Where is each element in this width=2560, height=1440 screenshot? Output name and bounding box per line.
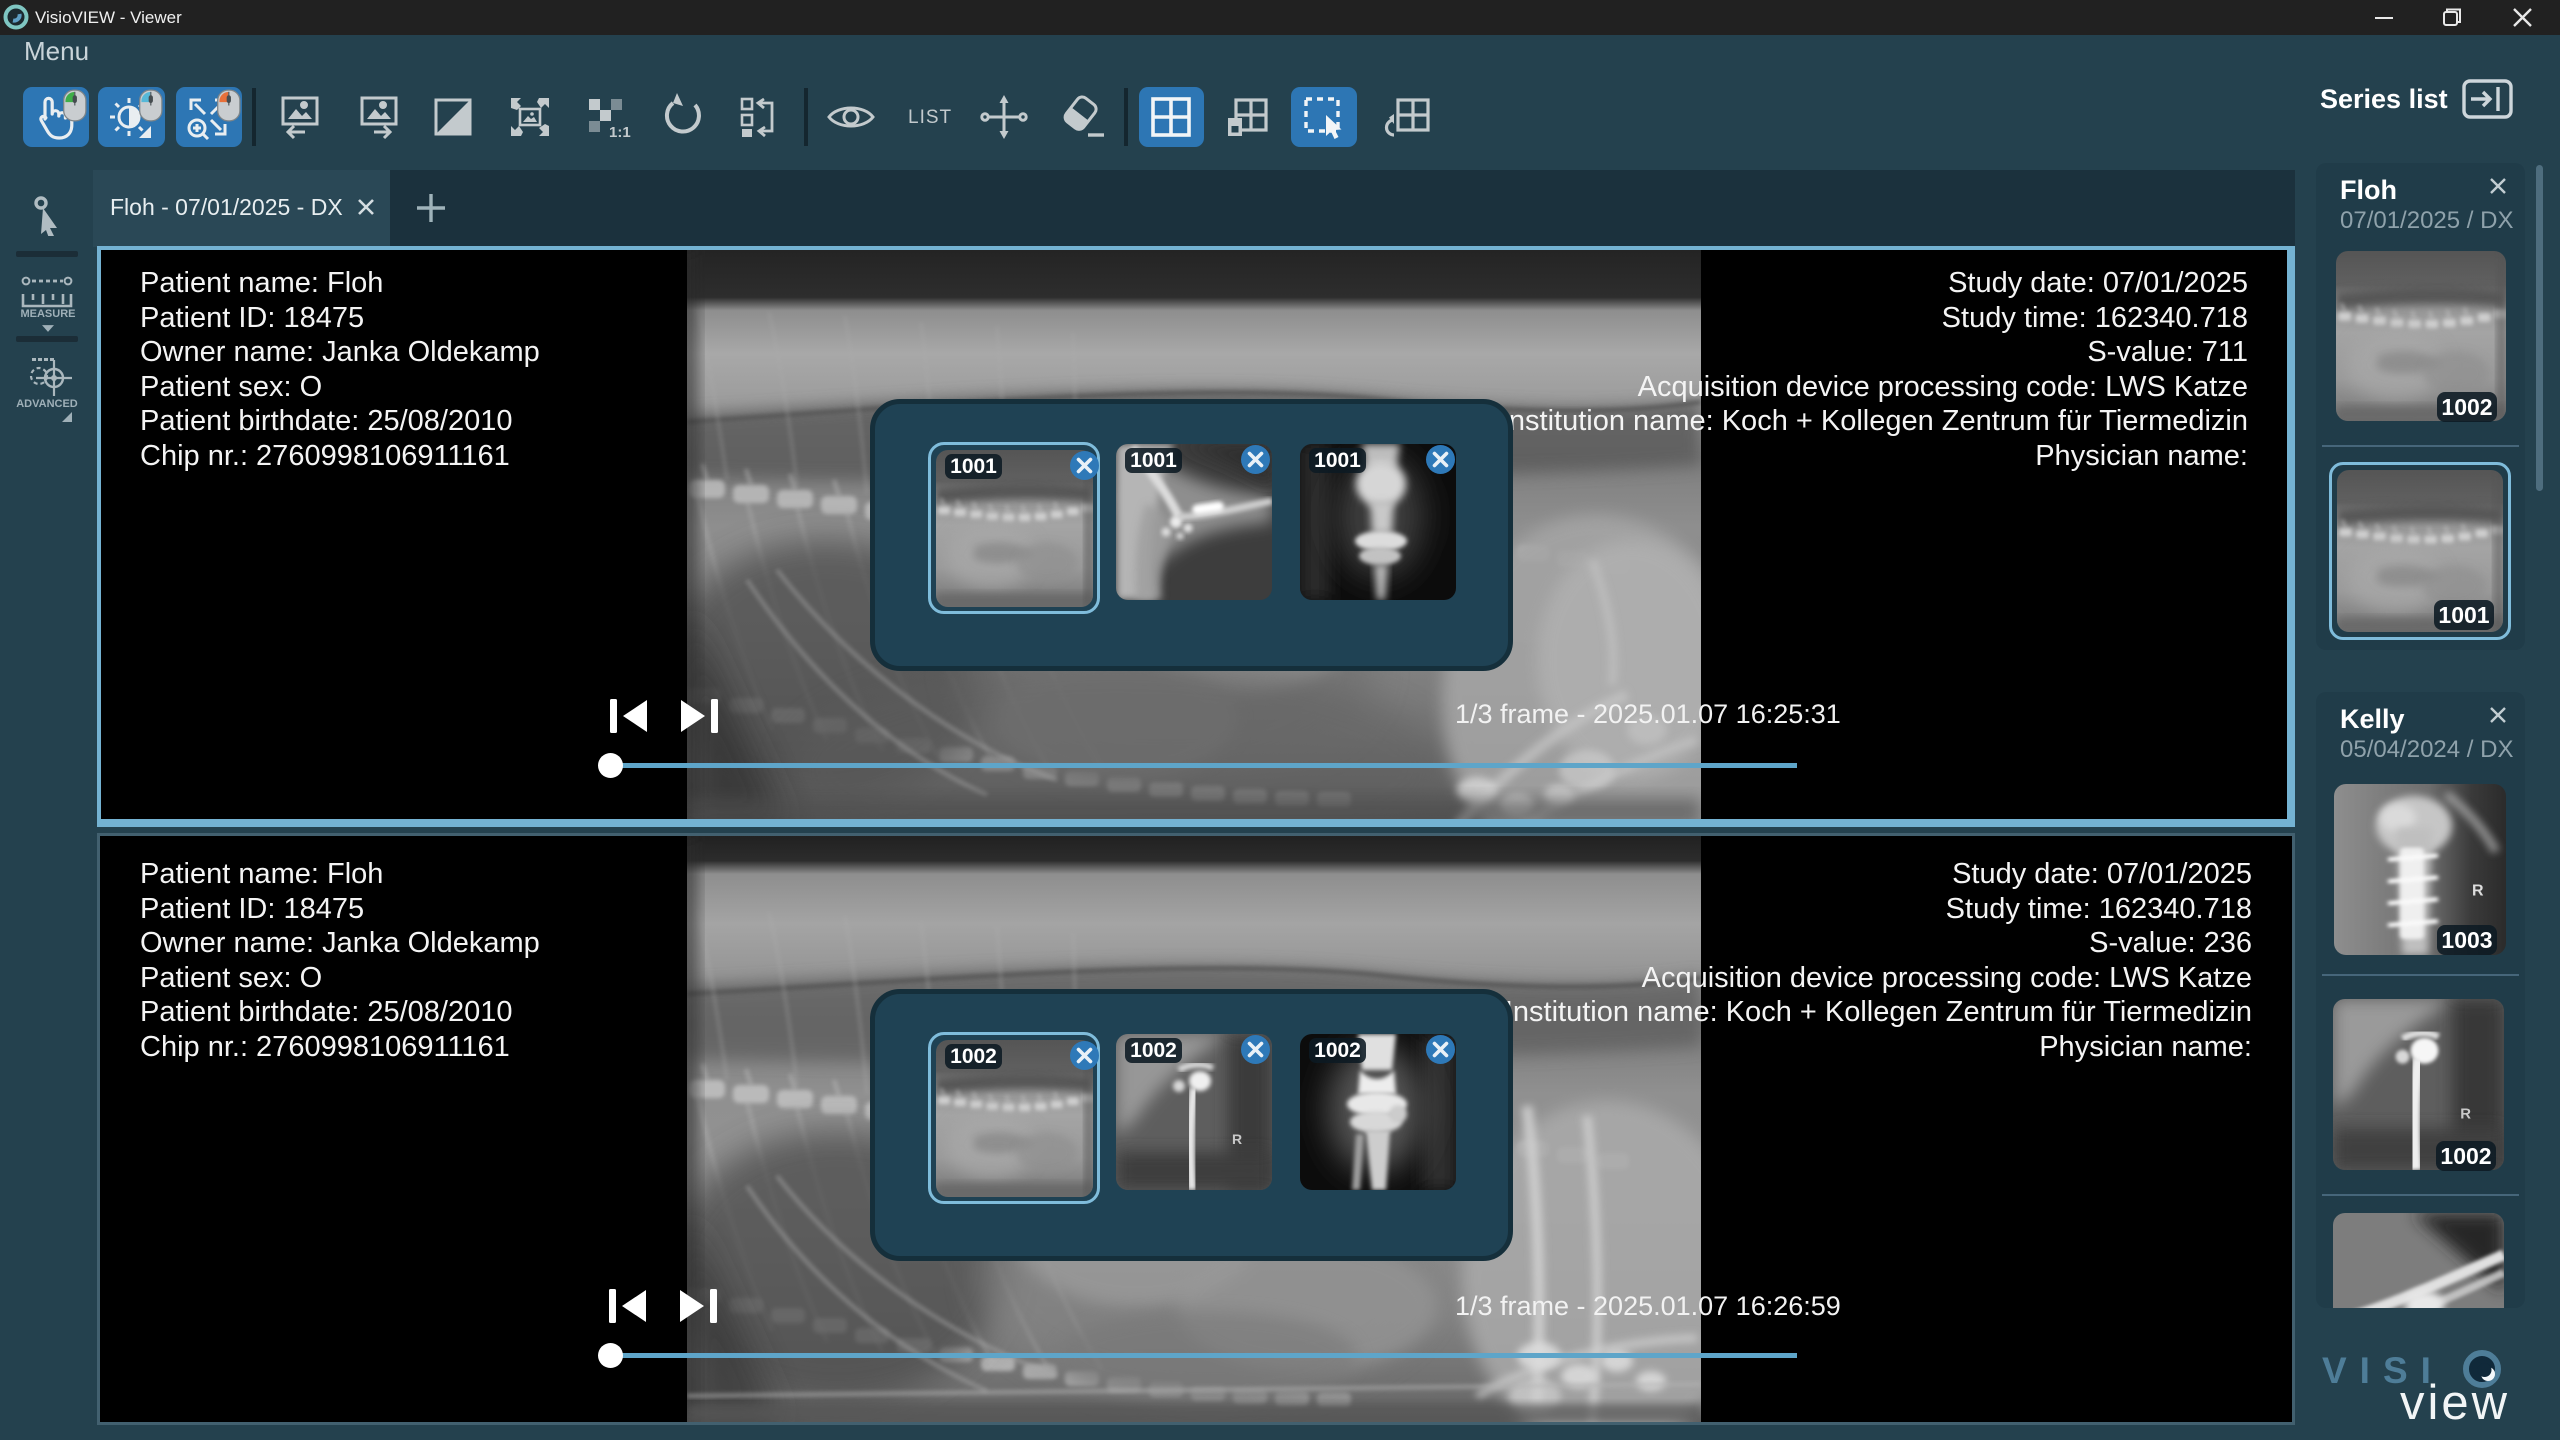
svg-text:1:1: 1:1 [609,124,631,141]
